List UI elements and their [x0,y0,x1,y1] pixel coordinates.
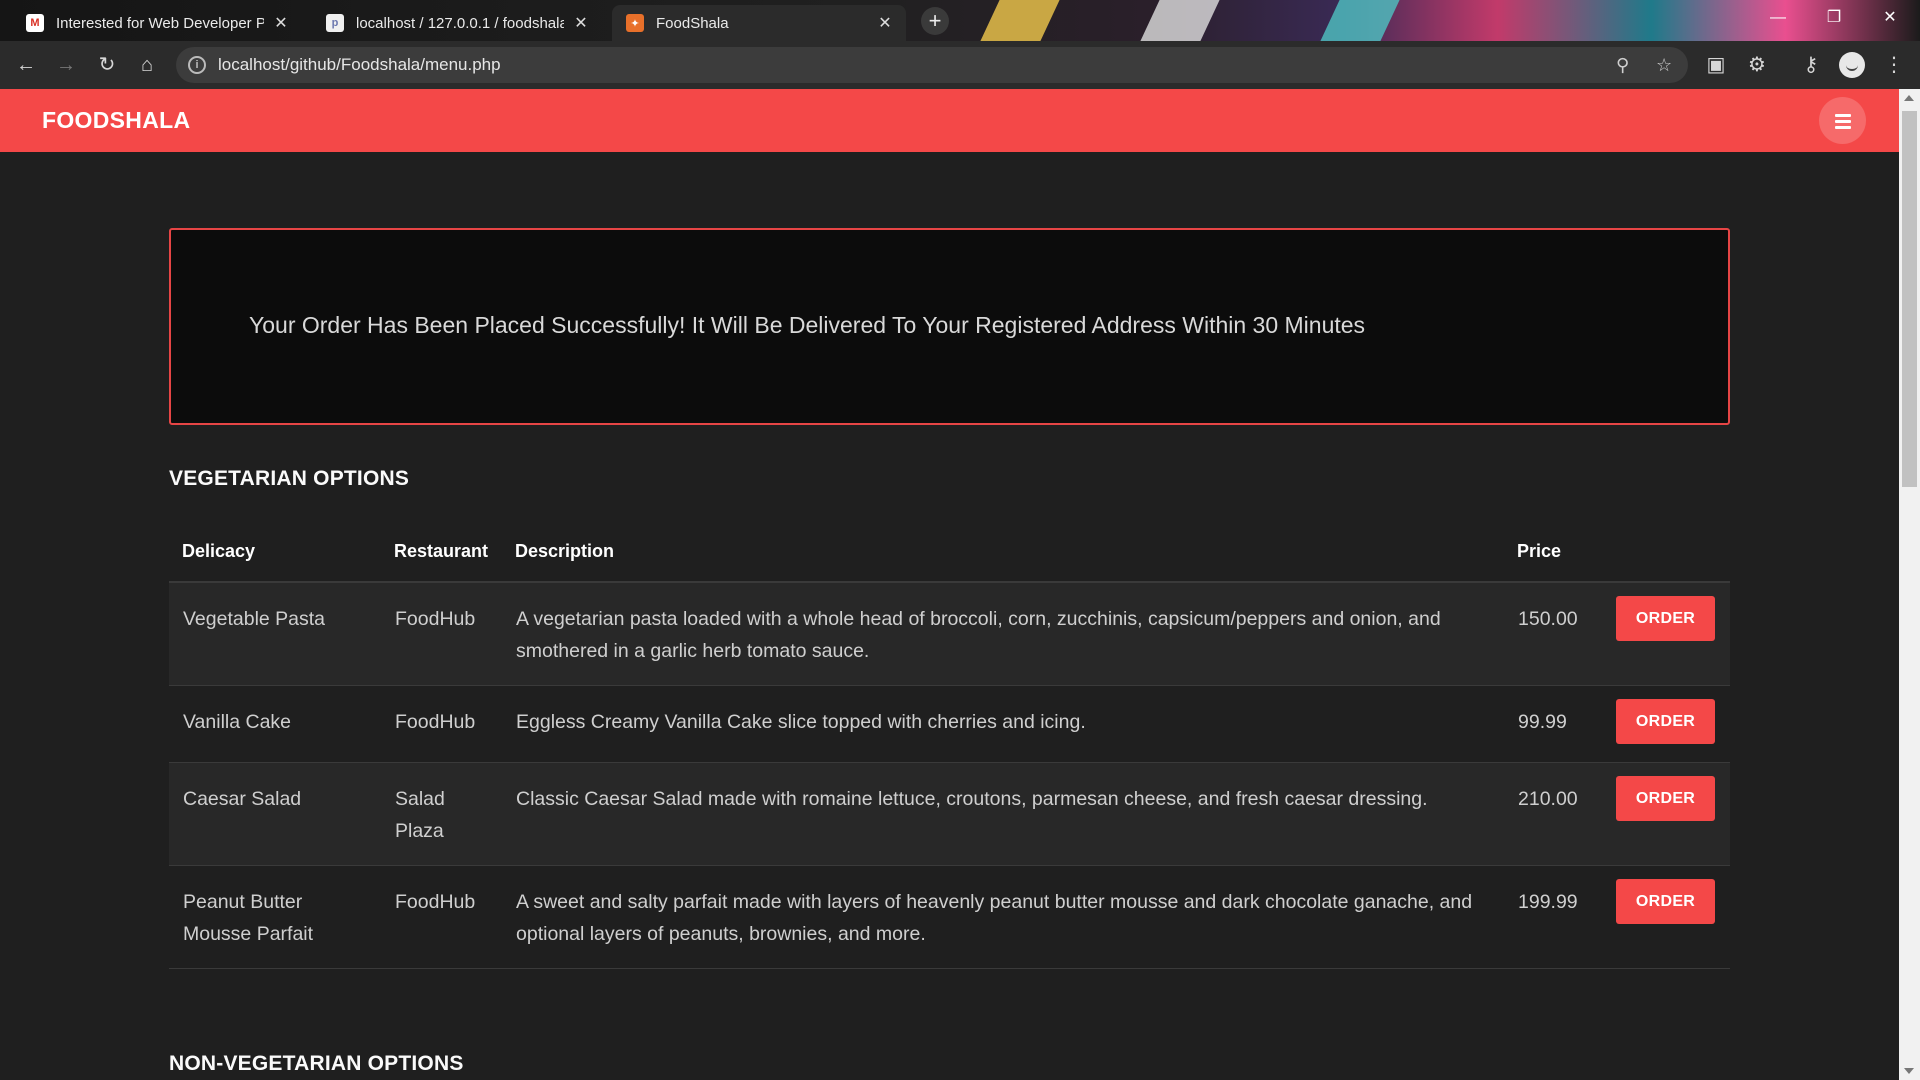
home-icon[interactable]: ⌂ [131,49,163,81]
browser-menu-icon[interactable]: ⋮ [1878,49,1910,81]
url-text[interactable]: localhost/github/Foodshala/menu.php [218,55,501,75]
description-cell: A vegetarian pasta loaded with a whole h… [502,582,1504,686]
password-key-icon[interactable]: ⚷ [1795,49,1827,81]
col-action [1595,522,1730,583]
order-button[interactable]: ORDER [1616,699,1715,744]
tab-title: FoodShala [656,14,729,32]
scroll-up-icon[interactable] [1904,95,1914,101]
nonveg-section-title: NON-VEGETARIAN OPTIONS [169,1052,464,1075]
delicacy-cell: Caesar Salad [169,762,381,866]
scrollbar-thumb[interactable] [1902,111,1917,487]
foodshala-favicon: ✦ [626,14,644,32]
tab-phpmyadmin[interactable]: p localhost / 127.0.0.1 / foodshala ✕ [312,5,602,41]
action-cell: ORDER [1595,762,1730,866]
table-row: Vanilla Cake FoodHub Eggless Creamy Vani… [169,685,1730,763]
address-bar[interactable]: i localhost/github/Foodshala/menu.php ⚲ … [176,47,1688,83]
restaurant-cell: FoodHub [381,582,502,686]
hamburger-line [1835,114,1851,117]
minimize-icon[interactable]: — [1750,0,1806,36]
profile-avatar[interactable] [1839,52,1865,78]
price-cell: 99.99 [1504,685,1595,763]
wallpaper-art [980,0,1060,41]
order-button[interactable]: ORDER [1616,596,1715,641]
close-window-icon[interactable]: ✕ [1862,0,1918,36]
page-scrollbar[interactable] [1899,89,1920,1080]
back-icon[interactable]: ← [10,49,42,81]
extension-icon[interactable]: ▣ [1700,49,1732,81]
tab-title: localhost / 127.0.0.1 / foodshala [356,14,564,32]
zoom-icon[interactable]: ⚲ [1616,47,1629,83]
page-viewport: FOODSHALA Your Order Has Been Placed Suc… [0,89,1899,1080]
table-row: Vegetable Pasta FoodHub A vegetarian pas… [169,582,1730,686]
table-header-row: Delicacy Restaurant Description Price [169,522,1730,583]
wallpaper-art [1320,0,1400,41]
veg-menu-table: Delicacy Restaurant Description Price Ve… [169,522,1730,969]
order-button[interactable]: ORDER [1616,776,1715,821]
restaurant-cell: FoodHub [381,865,502,969]
site-navbar: FOODSHALA [0,89,1899,152]
new-tab-button[interactable]: + [921,7,949,35]
order-success-alert: Your Order Has Been Placed Successfully!… [169,228,1730,425]
price-cell: 150.00 [1504,582,1595,686]
description-cell: Classic Caesar Salad made with romaine l… [502,762,1504,866]
action-cell: ORDER [1595,582,1730,686]
restore-icon[interactable]: ❐ [1806,0,1862,36]
restaurant-cell: FoodHub [381,685,502,763]
hamburger-line [1835,126,1851,129]
reload-icon[interactable]: ↻ [91,49,123,81]
delicacy-cell: Peanut Butter Mousse Parfait [169,865,381,969]
hamburger-menu-button[interactable] [1819,97,1866,144]
description-cell: Eggless Creamy Vanilla Cake slice topped… [502,685,1504,763]
action-cell: ORDER [1595,865,1730,969]
scroll-down-icon[interactable] [1904,1068,1914,1074]
delicacy-cell: Vegetable Pasta [169,582,381,686]
browser-toolbar: ← → ↻ ⌂ i localhost/github/Foodshala/men… [0,41,1920,89]
phpmyadmin-icon: p [326,14,344,32]
delicacy-cell: Vanilla Cake [169,685,381,763]
gmail-icon: M [26,14,44,32]
tab-gmail[interactable]: M Interested for Web Developer Pr ✕ [12,5,302,41]
close-icon[interactable]: ✕ [572,13,590,33]
order-button[interactable]: ORDER [1616,879,1715,924]
restaurant-cell: Salad Plaza [381,762,502,866]
hamburger-line [1835,120,1851,123]
price-cell: 210.00 [1504,762,1595,866]
forward-icon[interactable]: → [50,49,82,81]
col-description: Description [502,522,1504,583]
col-restaurant: Restaurant [381,522,502,583]
tab-title: Interested for Web Developer Pr [56,14,264,32]
close-icon[interactable]: ✕ [272,13,290,33]
site-info-icon[interactable]: i [188,56,206,74]
table-row: Peanut Butter Mousse Parfait FoodHub A s… [169,865,1730,969]
description-cell: A sweet and salty parfait made with laye… [502,865,1504,969]
bookmark-star-icon[interactable]: ☆ [1656,47,1672,83]
settings-extension-icon[interactable]: ⚙ [1741,49,1773,81]
wallpaper-art [1140,0,1220,41]
close-icon[interactable]: ✕ [876,13,894,33]
brand-logo[interactable]: FOODSHALA [42,107,190,134]
tab-foodshala[interactable]: ✦ FoodShala ✕ [612,5,906,41]
col-price: Price [1504,522,1595,583]
action-cell: ORDER [1595,685,1730,763]
browser-tab-strip: M Interested for Web Developer Pr ✕ p lo… [0,0,1920,41]
alert-message: Your Order Has Been Placed Successfully!… [249,312,1366,338]
col-delicacy: Delicacy [169,522,381,583]
price-cell: 199.99 [1504,865,1595,969]
table-row: Caesar Salad Salad Plaza Classic Caesar … [169,762,1730,866]
veg-section-title: VEGETARIAN OPTIONS [169,467,410,490]
